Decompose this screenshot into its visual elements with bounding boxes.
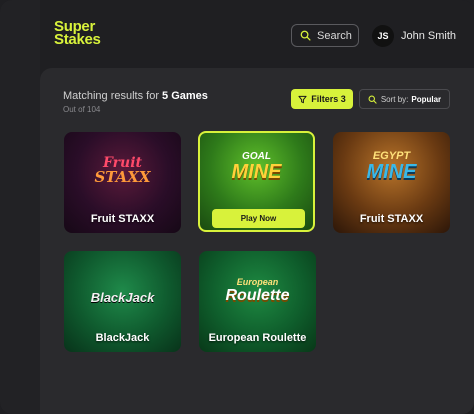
game-title: BlackJack <box>95 332 150 344</box>
search-button[interactable]: Search <box>291 24 359 47</box>
app-window: Super Stakes Search JS John Smith Matchi… <box>0 0 474 414</box>
game-art-text: Roulette <box>225 287 290 304</box>
left-rail <box>0 0 40 414</box>
play-now-button[interactable]: Play Now <box>212 209 305 228</box>
user-name[interactable]: John Smith <box>401 30 456 42</box>
results-count: 5 Games <box>162 90 208 102</box>
results-panel <box>40 68 474 414</box>
game-art-text: MINE <box>366 161 417 183</box>
search-label: Search <box>317 29 352 42</box>
game-card-blackjack[interactable]: BlackJack BlackJack <box>64 251 181 352</box>
game-art-text: European <box>236 277 279 287</box>
sort-value: Popular <box>411 94 442 104</box>
game-card-egypt-mine[interactable]: EGYPT MINE Fruit STAXX <box>333 132 450 233</box>
results-total: Out of 104 <box>63 105 101 114</box>
search-icon <box>300 30 311 41</box>
game-art-text: BlackJack <box>90 290 155 305</box>
avatar[interactable]: JS <box>372 25 394 47</box>
brand-logo[interactable]: Super Stakes <box>54 19 124 48</box>
game-title: Fruit STAXX <box>359 213 424 225</box>
game-art-egypt-mine: EGYPT MINE <box>333 150 450 182</box>
game-card-goal-mine[interactable]: GOAL MINE Play Now <box>198 131 315 232</box>
sort-prefix: Sort by: <box>380 94 409 104</box>
results-prefix: Matching results for <box>63 90 163 102</box>
game-art-text: STAXX <box>94 168 151 186</box>
results-summary: Matching results for 5 Games <box>63 90 208 102</box>
game-art-european-roulette: European Roulette <box>199 277 316 304</box>
game-title: European Roulette <box>208 332 307 344</box>
search-icon <box>368 95 377 104</box>
sort-dropdown[interactable]: Sort by: Popular <box>359 89 450 109</box>
game-title: Fruit STAXX <box>90 213 155 225</box>
game-card-european-roulette[interactable]: European Roulette European Roulette <box>199 251 316 352</box>
game-card-fruit-staxx[interactable]: Fruit STAXX Fruit STAXX <box>64 132 181 233</box>
game-art-blackjack: BlackJack <box>64 291 181 305</box>
game-art-fruit-staxx: Fruit STAXX <box>64 156 181 185</box>
game-art-text: MINE <box>231 161 282 183</box>
game-art-goal-mine: GOAL MINE <box>200 151 313 182</box>
brand-logo-line2: Stakes <box>54 31 101 48</box>
filter-icon <box>298 95 307 103</box>
filters-label: Filters 3 <box>311 94 346 104</box>
filters-button[interactable]: Filters 3 <box>291 89 353 109</box>
